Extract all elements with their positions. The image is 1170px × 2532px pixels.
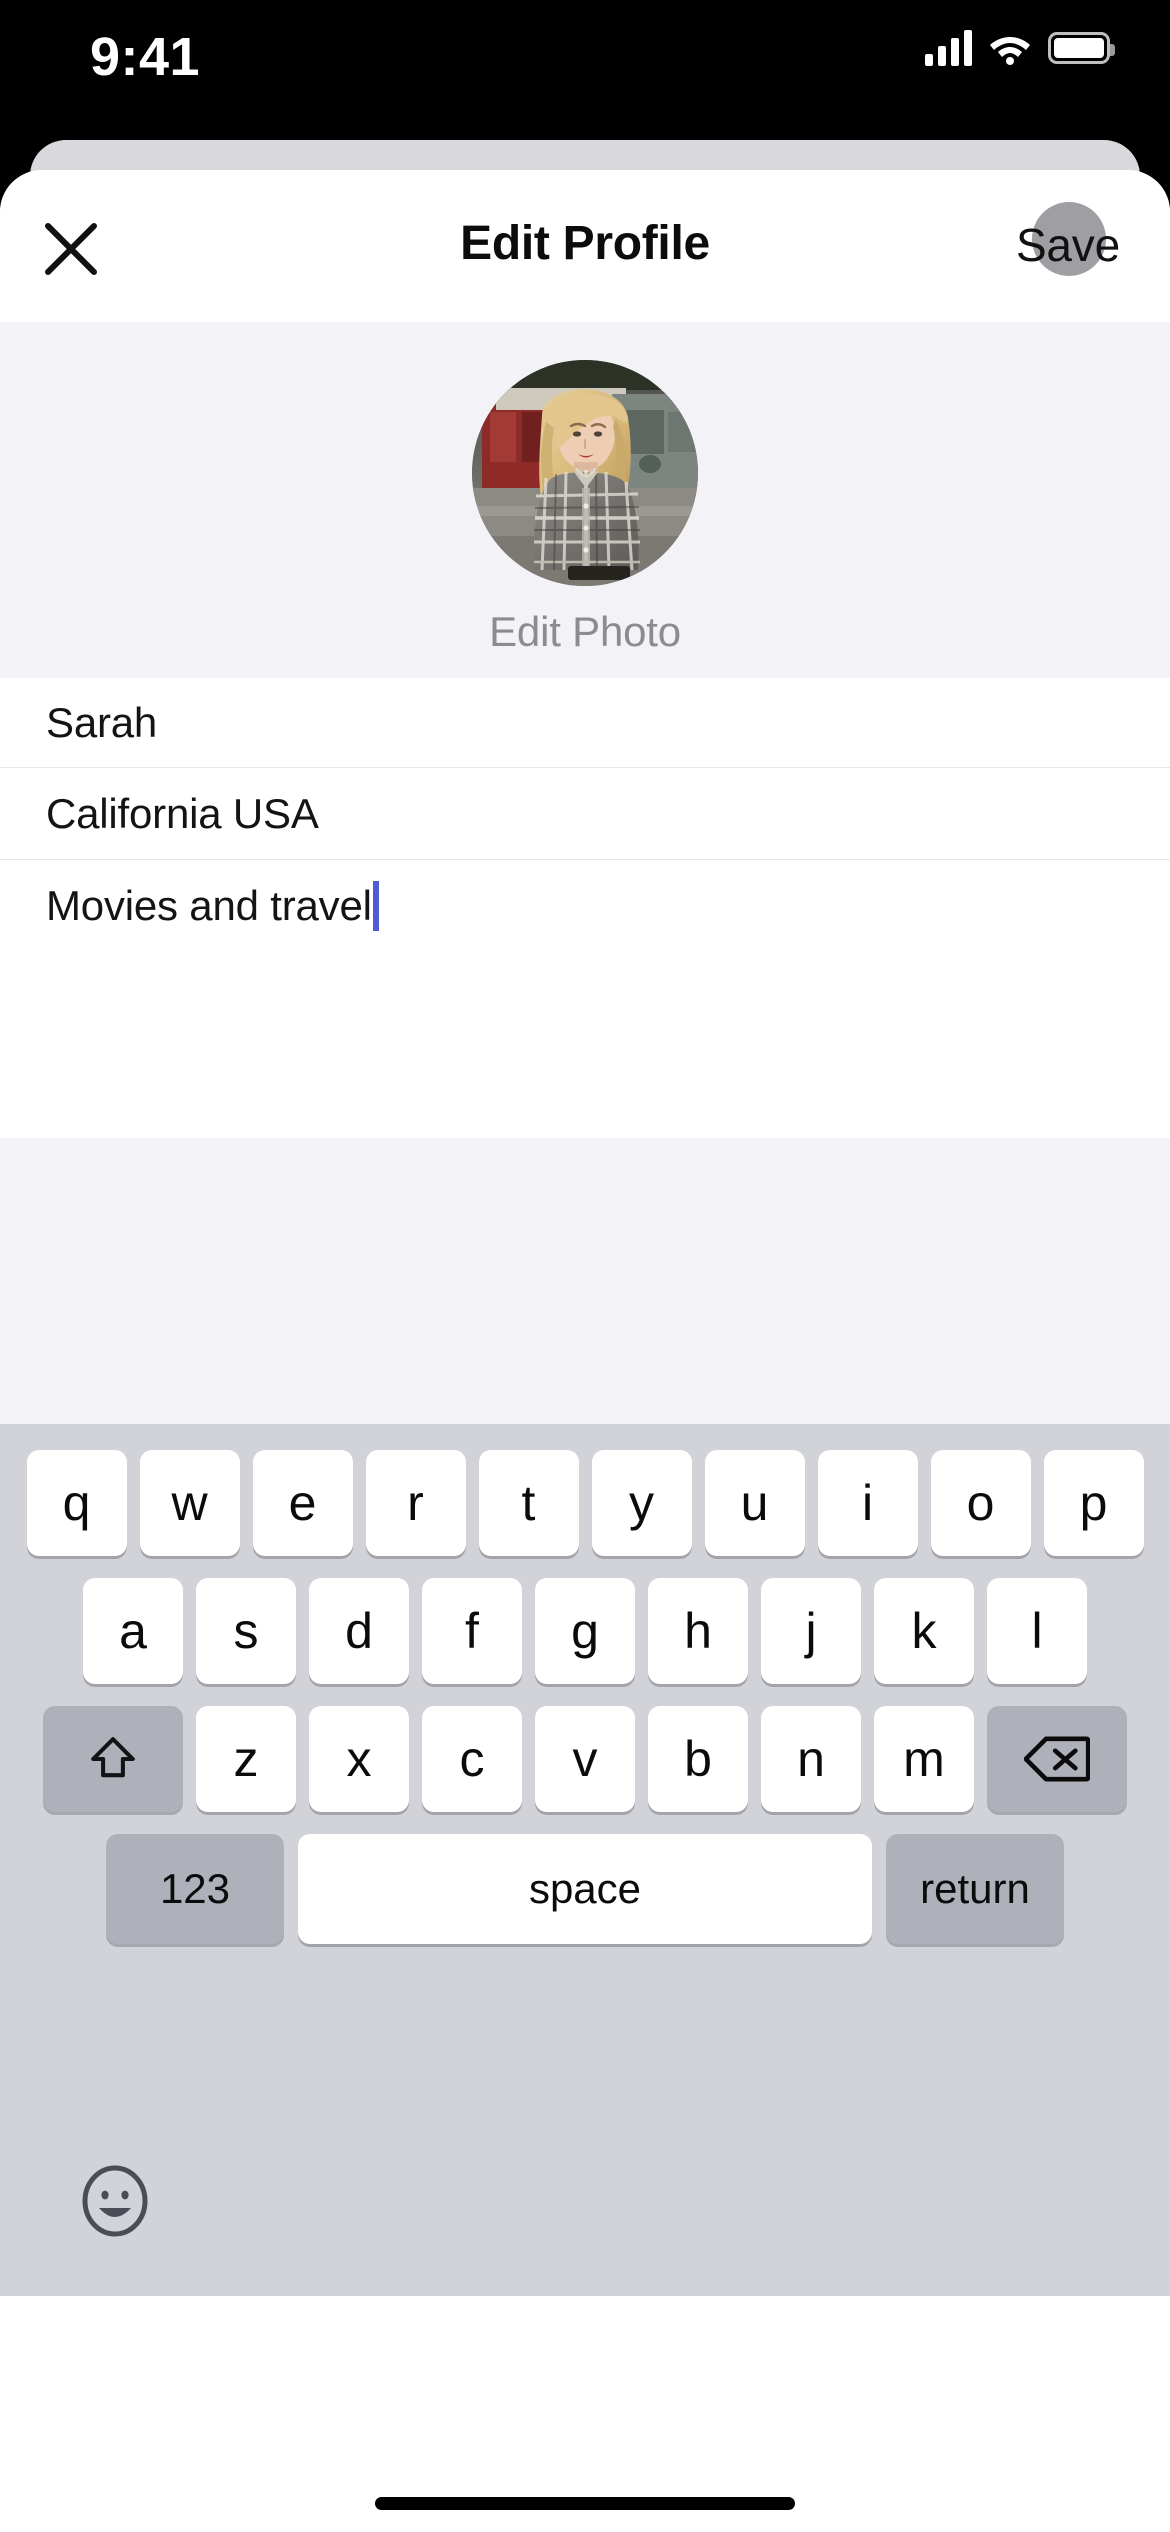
field-location[interactable]: California USA (0, 768, 1170, 860)
edit-photo-button[interactable]: Edit Photo (489, 608, 681, 656)
profile-form: Sarah California USA Movies and travel (0, 678, 1170, 1138)
key-c[interactable]: c (422, 1706, 522, 1812)
onscreen-keyboard: q w e r t y u i o p a s d f g h j k l z … (0, 1424, 1170, 2296)
keyboard-bottom-bar (0, 2146, 1170, 2296)
key-p[interactable]: p (1043, 1450, 1144, 1556)
home-indicator (375, 2497, 795, 2510)
shift-arrow-icon[interactable] (43, 1706, 183, 1812)
delete-backspace-icon[interactable] (987, 1706, 1127, 1812)
emoji-smiley-icon[interactable] (78, 2164, 152, 2238)
key-g[interactable]: g (535, 1578, 635, 1684)
key-y[interactable]: y (591, 1450, 692, 1556)
status-bar-indicators (925, 30, 1115, 66)
name-input-value: Sarah (46, 698, 158, 746)
key-z[interactable]: z (196, 1706, 296, 1812)
return-key[interactable]: return (886, 1834, 1064, 1944)
phone-screen: 9:41 Edit Profile Save Edit Photo Sarah … (0, 0, 1170, 2532)
key-o[interactable]: o (930, 1450, 1031, 1556)
field-name[interactable]: Sarah (0, 678, 1170, 768)
avatar[interactable] (472, 360, 698, 586)
nav-bar: Edit Profile Save (0, 170, 1170, 322)
key-m[interactable]: m (874, 1706, 974, 1812)
cellular-signal-icon (925, 30, 972, 66)
interests-input-value: Movies and travel (46, 882, 372, 929)
key-b[interactable]: b (648, 1706, 748, 1812)
form-bottom-padding (0, 952, 1170, 1138)
key-a[interactable]: a (83, 1578, 183, 1684)
keyboard-row-1: q w e r t y u i o p (0, 1450, 1170, 1556)
numbers-key[interactable]: 123 (106, 1834, 284, 1944)
page-title: Edit Profile (460, 217, 710, 270)
save-button[interactable]: Save (1016, 218, 1120, 272)
key-q[interactable]: q (26, 1450, 127, 1556)
key-u[interactable]: u (704, 1450, 805, 1556)
wifi-icon (988, 31, 1032, 65)
key-s[interactable]: s (196, 1578, 296, 1684)
keyboard-row-2: a s d f g h j k l (0, 1578, 1170, 1684)
key-f[interactable]: f (422, 1578, 522, 1684)
edit-profile-sheet: Edit Profile Save Edit Photo Sarah Calif… (0, 170, 1170, 2532)
key-n[interactable]: n (761, 1706, 861, 1812)
avatar-image (472, 360, 698, 586)
field-interests[interactable]: Movies and travel (0, 860, 1170, 952)
key-h[interactable]: h (648, 1578, 748, 1684)
key-d[interactable]: d (309, 1578, 409, 1684)
key-e[interactable]: e (252, 1450, 353, 1556)
location-input-value: California USA (46, 789, 319, 837)
battery-icon (1048, 32, 1115, 64)
space-key[interactable]: space (298, 1834, 872, 1944)
key-v[interactable]: v (535, 1706, 635, 1812)
key-t[interactable]: t (478, 1450, 579, 1556)
status-bar: 9:41 (0, 0, 1170, 132)
status-bar-time: 9:41 (90, 27, 201, 87)
profile-photo-section: Edit Photo (0, 322, 1170, 678)
keyboard-row-4: 123 space return (0, 1834, 1170, 1944)
content-filler (0, 1138, 1170, 1424)
keyboard-row-3: z x c v b n m (0, 1706, 1170, 1812)
key-k[interactable]: k (874, 1578, 974, 1684)
key-i[interactable]: i (817, 1450, 918, 1556)
key-r[interactable]: r (365, 1450, 466, 1556)
key-l[interactable]: l (987, 1578, 1087, 1684)
key-j[interactable]: j (761, 1578, 861, 1684)
key-x[interactable]: x (309, 1706, 409, 1812)
text-cursor (372, 881, 379, 931)
key-w[interactable]: w (139, 1450, 240, 1556)
